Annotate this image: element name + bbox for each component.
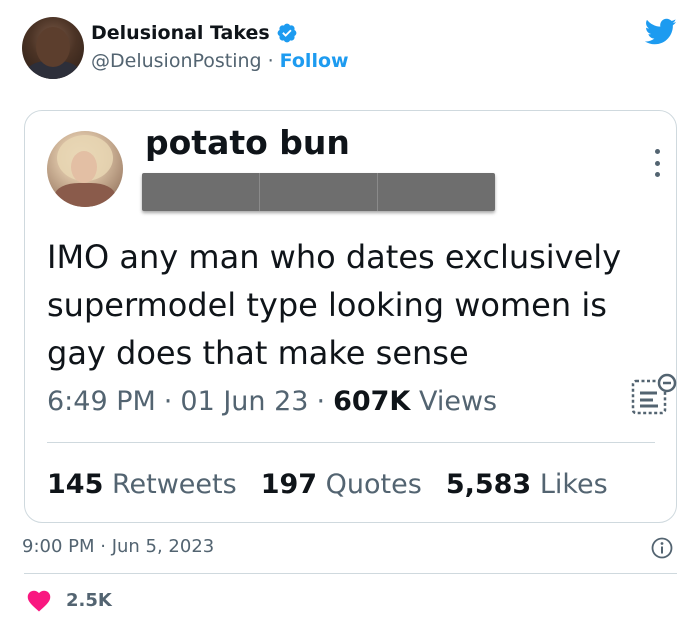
likes-count: 5,583 — [445, 469, 532, 500]
retweets-stat[interactable]: 145 Retweets — [47, 469, 237, 500]
author-handle-row: @DelusionPosting · Follow — [91, 50, 349, 72]
retweets-count: 145 — [47, 469, 104, 500]
analytics-icon[interactable] — [631, 373, 677, 415]
more-options-icon[interactable] — [653, 149, 661, 177]
verified-badge-icon — [277, 23, 297, 43]
follow-button[interactable]: Follow — [280, 50, 349, 72]
quotes-stat[interactable]: 197 Quotes — [261, 469, 422, 500]
quoted-author-name[interactable]: potato bun — [145, 123, 350, 162]
quoted-tweet-text: IMO any man who dates exclusively superm… — [47, 238, 622, 372]
like-action[interactable]: 2.5K — [26, 588, 112, 612]
views-label: Views — [418, 386, 498, 417]
redacted-handle-bar — [142, 173, 495, 211]
tweet-embed: Delusional Takes @DelusionPosting · Foll… — [0, 0, 700, 627]
separator-dot: · — [267, 50, 274, 72]
quoted-tweet-stats: 145 Retweets 197 Quotes 5,583 Likes — [47, 469, 608, 500]
author-avatar[interactable] — [22, 17, 84, 79]
meta-dot: · — [163, 386, 173, 417]
author-handle[interactable]: @DelusionPosting — [91, 50, 262, 72]
quoted-tweet-time: 6:49 PM — [47, 386, 156, 417]
quotes-label: Quotes — [325, 469, 422, 500]
footer-divider — [24, 573, 677, 574]
views-count: 607K — [333, 386, 411, 417]
author-name[interactable]: Delusional Takes — [91, 22, 270, 44]
likes-label: Likes — [539, 469, 608, 500]
likes-count: 2.5K — [66, 589, 112, 611]
meta-dot: · — [316, 386, 326, 417]
quotes-count: 197 — [260, 469, 318, 500]
quoted-tweet-meta: 6:49 PM · 01 Jun 23 · 607K Views — [47, 386, 497, 417]
quoted-author-avatar[interactable] — [47, 131, 123, 207]
quoted-tweet-date: 01 Jun 23 — [180, 386, 309, 417]
tweet-timestamp[interactable]: 9:00 PM · Jun 5, 2023 — [22, 536, 214, 557]
retweets-label: Retweets — [111, 469, 237, 500]
twitter-bird-icon[interactable] — [645, 18, 677, 46]
likes-stat[interactable]: 5,583 Likes — [446, 469, 608, 500]
author-name-row: Delusional Takes — [91, 22, 298, 44]
heart-icon[interactable] — [26, 588, 52, 612]
info-icon[interactable] — [651, 537, 673, 559]
quoted-tweet-views: 607K Views — [333, 386, 497, 417]
quoted-tweet[interactable]: potato bun IMO any man who dates exclusi… — [24, 110, 677, 523]
quoted-tweet-divider — [47, 442, 655, 443]
